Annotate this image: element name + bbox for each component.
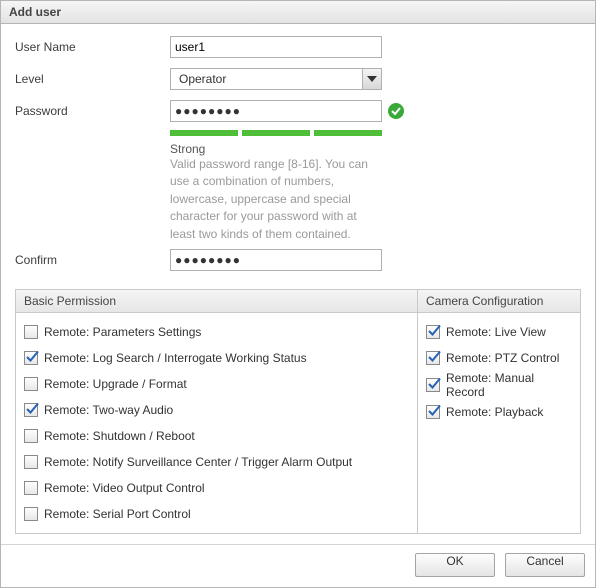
permission-item: Remote: Playback xyxy=(426,399,572,425)
button-bar: OK Cancel xyxy=(1,544,595,587)
permission-item: Remote: Live View xyxy=(426,319,572,345)
confirm-label: Confirm xyxy=(15,253,170,267)
permission-checkbox[interactable] xyxy=(24,429,38,443)
permission-checkbox[interactable] xyxy=(24,377,38,391)
password-strength: Strong Valid password range [8-16]. You … xyxy=(170,130,382,243)
password-label: Password xyxy=(15,104,170,118)
strength-bar xyxy=(170,130,382,136)
confirm-input[interactable]: ●●●●●●●● xyxy=(170,249,382,271)
permission-checkbox[interactable] xyxy=(24,507,38,521)
password-input[interactable]: ●●●●●●●● xyxy=(170,100,382,122)
form-area: User Name Level Operator Password xyxy=(1,24,595,285)
basic-permission-column: Basic Permission Remote: Parameters Sett… xyxy=(16,290,418,533)
permission-item: Remote: Video Output Control xyxy=(24,475,409,501)
level-value: Operator xyxy=(175,72,230,86)
username-label: User Name xyxy=(15,40,170,54)
permission-label: Remote: PTZ Control xyxy=(446,351,559,365)
permission-label: Remote: Shutdown / Reboot xyxy=(44,429,195,443)
permission-item: Remote: Upgrade / Format xyxy=(24,371,409,397)
dialog-title: Add user xyxy=(1,1,595,24)
permission-checkbox[interactable] xyxy=(426,325,440,339)
permission-label: Remote: Notify Surveillance Center / Tri… xyxy=(44,455,352,469)
camera-permission-list: Remote: Live View Remote: PTZ Control Remo… xyxy=(418,313,580,431)
level-label: Level xyxy=(15,72,170,86)
permissions-table: Basic Permission Remote: Parameters Sett… xyxy=(15,289,581,534)
permission-checkbox[interactable] xyxy=(24,351,38,365)
permission-item: Remote: PTZ Control xyxy=(426,345,572,371)
permission-label: Remote: Playback xyxy=(446,405,543,419)
permission-item: Remote: Notify Surveillance Center / Tri… xyxy=(24,449,409,475)
add-user-dialog: Add user User Name Level Operator xyxy=(0,0,596,588)
permission-label: Remote: Manual Record xyxy=(446,371,572,399)
permission-label: Remote: Two-way Audio xyxy=(44,403,173,417)
dropdown-button[interactable] xyxy=(362,69,381,89)
permission-label: Remote: Log Search / Interrogate Working… xyxy=(44,351,307,365)
permission-item: Remote: Two-way Audio xyxy=(24,397,409,423)
strength-segment xyxy=(170,130,238,136)
basic-permission-list: Remote: Parameters Settings Remote: Log S… xyxy=(16,313,417,533)
permission-checkbox[interactable] xyxy=(24,403,38,417)
permission-checkbox[interactable] xyxy=(24,455,38,469)
permission-label: Remote: Serial Port Control xyxy=(44,507,191,521)
level-select[interactable]: Operator xyxy=(170,68,382,90)
permission-item: Remote: Manual Record xyxy=(426,371,572,399)
permission-item: Remote: Parameters Settings xyxy=(24,319,409,345)
strength-label: Strong xyxy=(170,142,382,156)
permission-label: Remote: Parameters Settings xyxy=(44,325,201,339)
cancel-button[interactable]: Cancel xyxy=(505,553,585,577)
permission-item: Remote: Serial Port Control xyxy=(24,501,409,527)
chevron-down-icon xyxy=(367,76,377,82)
permission-checkbox[interactable] xyxy=(426,405,440,419)
camera-configuration-header: Camera Configuration xyxy=(418,290,580,313)
permission-label: Remote: Live View xyxy=(446,325,546,339)
permission-label: Remote: Upgrade / Format xyxy=(44,377,187,391)
strength-segment xyxy=(314,130,382,136)
strength-segment xyxy=(242,130,310,136)
camera-configuration-column: Camera Configuration Remote: Live ViewRe… xyxy=(418,290,580,533)
permission-item: Remote: Log Search / Interrogate Working… xyxy=(24,345,409,371)
basic-permission-header: Basic Permission xyxy=(16,290,417,313)
permission-checkbox[interactable] xyxy=(426,351,440,365)
permission-item: Remote: Shutdown / Reboot xyxy=(24,423,409,449)
ok-button[interactable]: OK xyxy=(415,553,495,577)
permission-checkbox[interactable] xyxy=(24,325,38,339)
check-ok-icon xyxy=(388,103,404,119)
permission-checkbox[interactable] xyxy=(426,378,440,392)
permission-checkbox[interactable] xyxy=(24,481,38,495)
strength-hint: Valid password range [8-16]. You can use… xyxy=(170,156,382,243)
username-input[interactable] xyxy=(170,36,382,58)
permission-label: Remote: Video Output Control xyxy=(44,481,205,495)
